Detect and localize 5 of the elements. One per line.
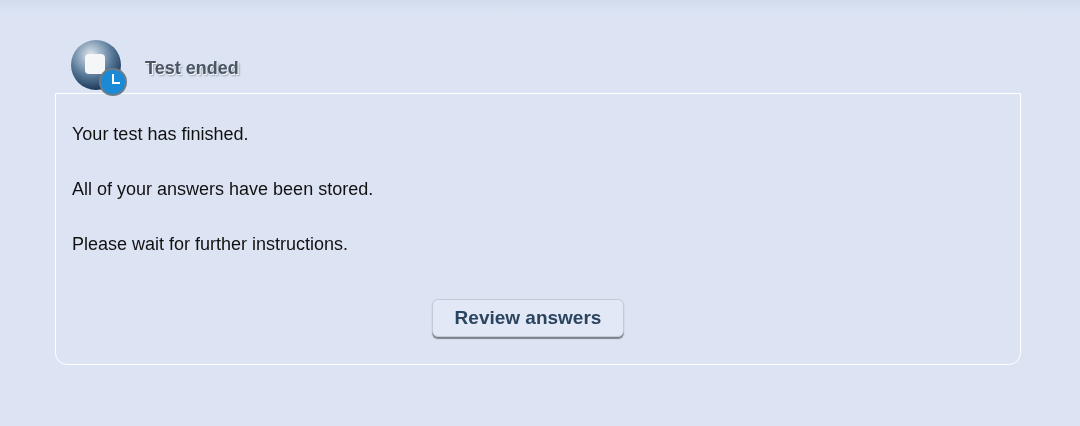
message-text: Please wait for further instructions. <box>72 234 350 254</box>
message-text: Your test has finished. <box>72 124 250 144</box>
dialog-title: Test ended <box>145 57 239 79</box>
message-text: All of your answers have been stored. <box>72 179 375 199</box>
review-answers-button[interactable]: Review answers <box>432 299 624 337</box>
